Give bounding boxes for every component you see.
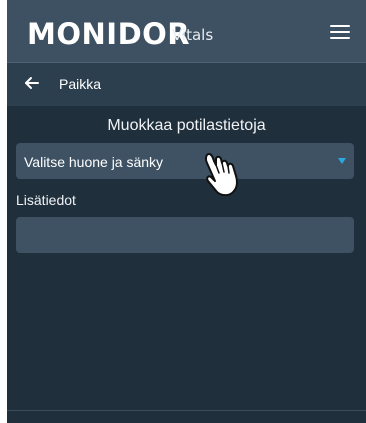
hamburger-menu-icon[interactable] [330,23,350,39]
details-label: Lisätiedot [16,192,76,208]
location-bar: Paikka [7,62,366,106]
brand-subtitle: Vitals [172,26,214,44]
page-title: Muokkaa potilastietoja [107,117,266,134]
details-input[interactable] [16,217,354,253]
room-bed-select-value: Valitse huone ja sänky [24,154,164,170]
arrow-left-icon[interactable] [23,74,41,92]
room-bed-select[interactable]: Valitse huone ja sänky [16,143,354,179]
location-title: Paikka [59,76,102,92]
app-header: MONIDOR Vitals [7,0,366,62]
app-screen: MONIDOR Vitals Paikka Muokkaa potilastie… [7,0,366,423]
brand-logo: MONIDOR [27,17,191,51]
caret-down-icon [338,158,346,164]
hand-pointer-icon [196,147,248,199]
divider [7,410,366,411]
